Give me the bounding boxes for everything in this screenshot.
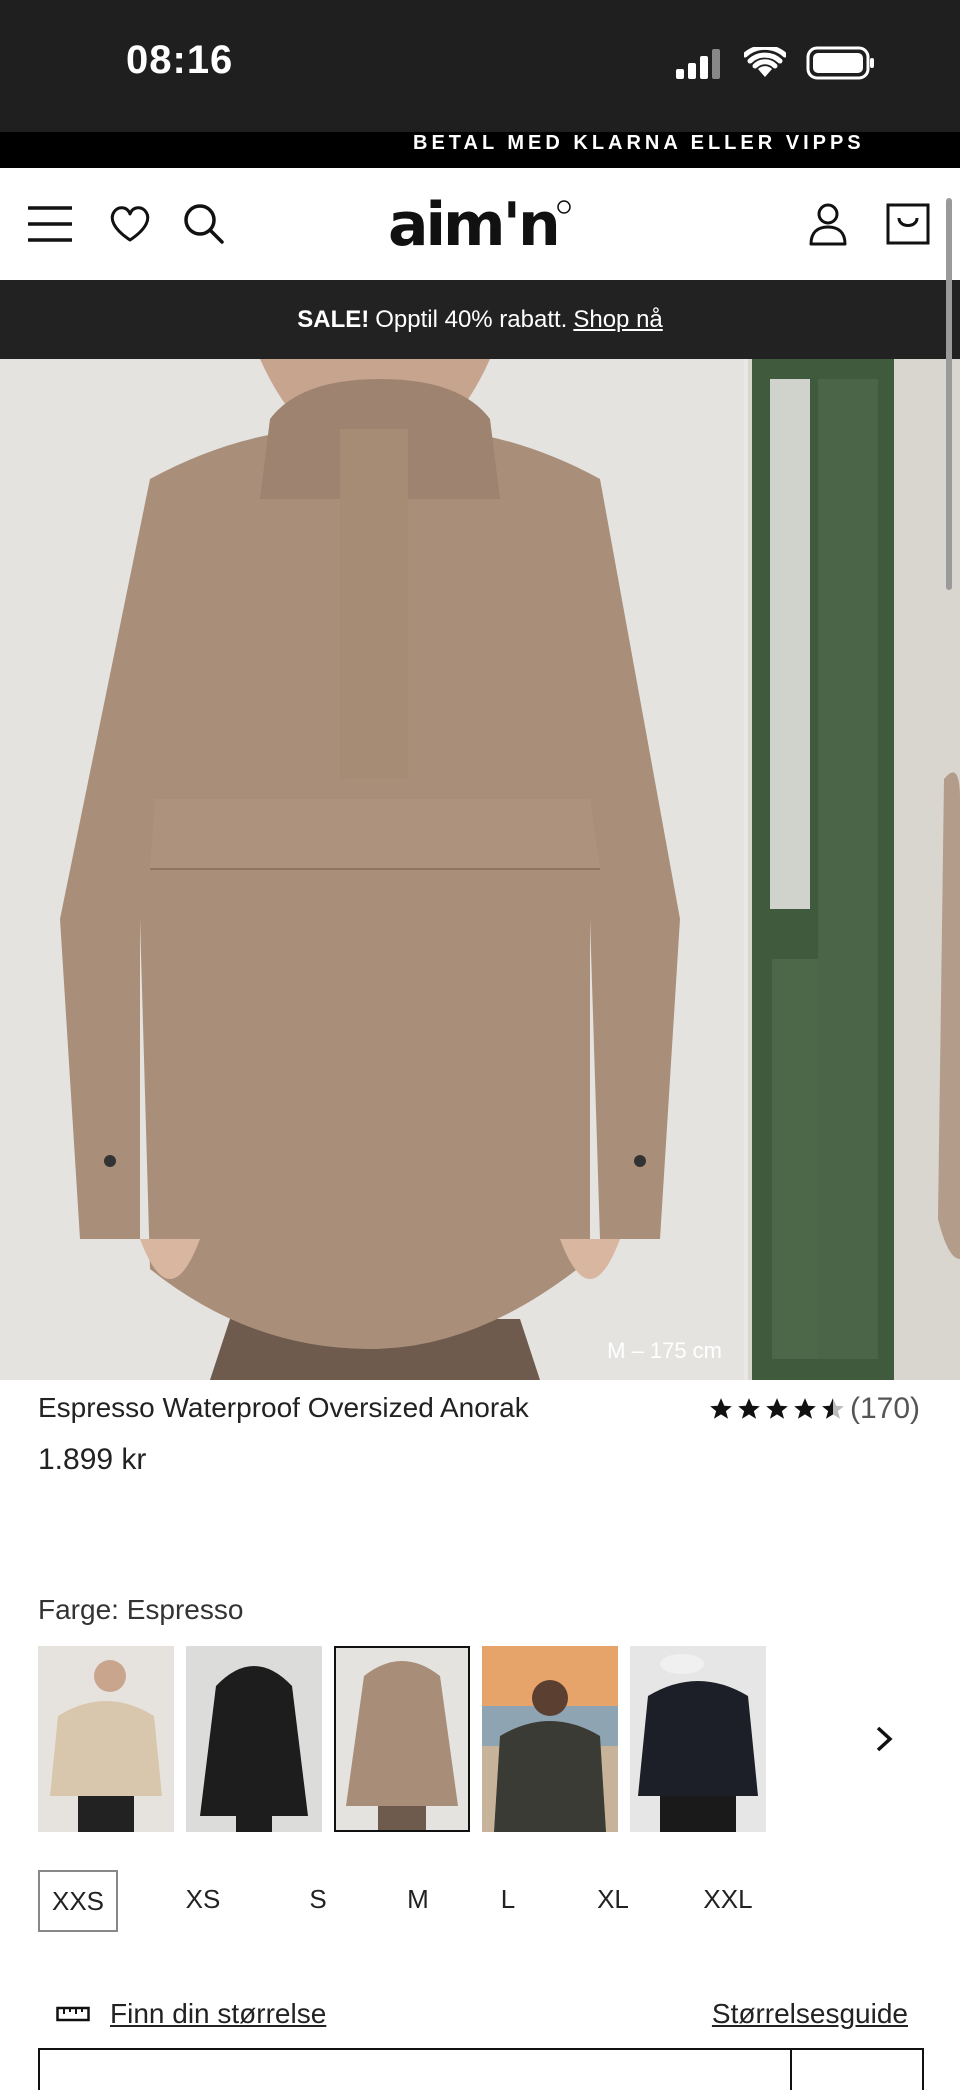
model-size-caption: M – 175 cm xyxy=(607,1338,722,1363)
status-time: 08:16 xyxy=(126,38,234,82)
status-icons xyxy=(674,46,876,80)
rating-count: (170) xyxy=(849,1392,920,1425)
color-label: Farge: Espresso xyxy=(38,1594,244,1625)
wishlist-heart-icon[interactable] xyxy=(102,196,158,252)
swatch-dark-olive[interactable] xyxy=(482,1646,618,1832)
status-bar: 08:16 xyxy=(0,0,960,132)
size-help-row: Finn din størrelse Størrelsesguide xyxy=(0,1990,960,2040)
star-icon xyxy=(710,1398,732,1419)
sale-bold: SALE! xyxy=(297,305,370,333)
logo-text: aim'n xyxy=(388,195,558,255)
find-your-size-label: Finn din størrelse xyxy=(110,1998,327,2029)
ruler-icon xyxy=(56,2006,90,2022)
size-option[interactable]: XXS xyxy=(38,1870,118,1932)
size-option[interactable]: S xyxy=(288,1870,348,1928)
account-icon[interactable] xyxy=(800,196,856,252)
star-icon xyxy=(794,1398,816,1419)
size-option[interactable]: M xyxy=(388,1870,448,1928)
add-to-cart-divider xyxy=(790,2050,792,2090)
swatch-beige[interactable] xyxy=(38,1646,174,1832)
sale-banner: SALE! Opptil 40% rabatt. Shop nå xyxy=(0,280,960,359)
swatch-navy[interactable] xyxy=(630,1646,766,1832)
size-option[interactable]: L xyxy=(478,1870,538,1928)
page-scrollbar[interactable] xyxy=(946,198,952,590)
sale-text: Opptil 40% rabatt. xyxy=(375,305,568,333)
swatches-next-chevron-icon[interactable] xyxy=(870,1725,898,1753)
product-gallery[interactable]: M – 175 cm xyxy=(0,359,960,1380)
half-star-icon xyxy=(822,1398,844,1419)
product-title: Espresso Waterproof Oversized Anorak xyxy=(38,1392,529,1423)
swatch-espresso[interactable] xyxy=(334,1646,470,1832)
cellular-signal-icon xyxy=(676,49,720,79)
add-to-cart-bar[interactable] xyxy=(38,2048,924,2090)
find-your-size-link[interactable]: Finn din størrelse xyxy=(56,1998,326,2030)
search-icon[interactable] xyxy=(176,196,232,252)
product-price: 1.899 kr xyxy=(38,1443,147,1476)
swatch-black[interactable] xyxy=(186,1646,322,1832)
promo-text: BETAL MED KLARNA ELLER VIPPS xyxy=(413,132,865,154)
star-icon xyxy=(738,1398,760,1419)
size-option[interactable]: XL xyxy=(578,1870,648,1928)
next-product-image[interactable] xyxy=(748,359,960,1380)
product-rating[interactable]: (170) xyxy=(708,1392,920,1426)
main-product-image[interactable]: M – 175 cm xyxy=(0,359,744,1380)
size-guide-link[interactable]: Størrelsesguide xyxy=(712,1998,908,2030)
size-selector: XXS XS S M L XL XXL xyxy=(38,1870,918,1932)
size-option[interactable]: XXL xyxy=(688,1870,768,1928)
rating-stars xyxy=(708,1396,846,1422)
promo-strip: BETAL MED KLARNA ELLER VIPPS xyxy=(0,132,960,168)
size-option[interactable]: XS xyxy=(168,1870,238,1928)
menu-icon[interactable] xyxy=(22,196,78,252)
wifi-icon xyxy=(744,47,786,77)
battery-icon xyxy=(806,46,874,80)
color-swatches xyxy=(38,1646,766,1832)
brand-logo[interactable]: aim'n xyxy=(388,190,572,260)
cart-icon[interactable] xyxy=(880,196,936,252)
shop-now-link[interactable]: Shop nå xyxy=(573,306,662,334)
star-icon xyxy=(766,1398,788,1419)
